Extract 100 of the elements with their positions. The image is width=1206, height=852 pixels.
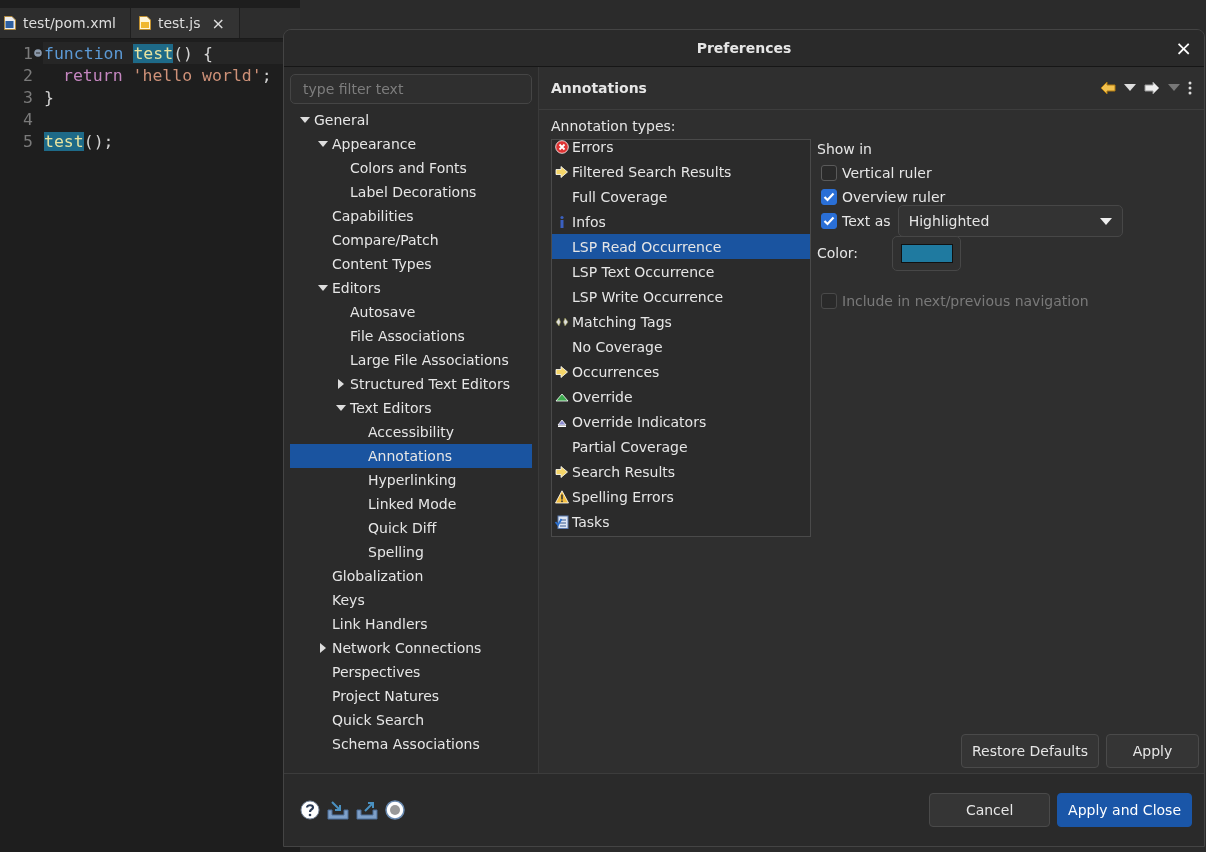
tree-item[interactable]: Keys [290, 588, 532, 612]
window-title: Preferences [696, 40, 792, 56]
tree-item[interactable]: Compare/Patch [290, 228, 532, 252]
list-item[interactable]: Override [552, 384, 810, 409]
checklist-icon [555, 514, 569, 529]
list-item[interactable]: Infos [552, 209, 810, 234]
tree-item[interactable]: General [290, 108, 532, 132]
list-item[interactable]: LSP Text Occurrence [552, 259, 810, 284]
checkbox-label: Overview ruler [842, 189, 946, 205]
code-token: (); [83, 131, 114, 151]
code-token: return [63, 65, 124, 85]
tree-item[interactable]: Globalization [290, 564, 532, 588]
menu-icon[interactable] [1188, 81, 1192, 95]
arrow-icon [555, 164, 569, 179]
code-token: } [44, 87, 54, 107]
caret-icon [1168, 84, 1180, 92]
line-number: 4 [23, 109, 33, 129]
checkbox[interactable] [821, 165, 837, 181]
checkbox-label: Vertical ruler [842, 165, 932, 181]
code-token: 'hello world' [132, 65, 262, 85]
code-token: ; [261, 65, 272, 85]
export-icon[interactable] [356, 800, 378, 820]
list-item[interactable]: Partial Coverage [552, 434, 810, 459]
button[interactable]: Apply [1106, 734, 1199, 768]
list-item[interactable]: LSP Read Occurrence [552, 234, 810, 259]
collapse-arrow-icon[interactable] [318, 139, 328, 149]
collapse-arrow-icon[interactable] [336, 403, 346, 413]
tree-item[interactable]: Large File Associations [290, 348, 532, 372]
import-icon[interactable] [327, 800, 349, 820]
list-item[interactable]: No Coverage [552, 334, 810, 359]
close-button[interactable]: × [1171, 36, 1196, 60]
tree-item[interactable]: Text Editors [290, 396, 532, 420]
tree-item[interactable]: Spelling [290, 540, 532, 564]
list-item[interactable]: Override Indicators [552, 409, 810, 434]
tree-item[interactable]: Project Natures [290, 684, 532, 708]
code-token: test [44, 131, 84, 151]
tree-item[interactable]: Schema Associations [290, 732, 532, 756]
record-icon[interactable] [385, 800, 405, 820]
list-item[interactable]: Full Coverage [552, 184, 810, 209]
tree-item[interactable]: Linked Mode [290, 492, 532, 516]
tree-item[interactable]: Structured Text Editors [290, 372, 532, 396]
code-token: () { [173, 43, 213, 63]
arrow-icon [555, 464, 569, 479]
editor-tab[interactable]: test.js × [130, 8, 240, 38]
tree-item[interactable]: Annotations [290, 444, 532, 468]
expand-arrow-icon[interactable] [336, 379, 346, 389]
checkbox[interactable] [821, 189, 837, 205]
checkbox-label: Include in next/previous navigation [842, 293, 1089, 309]
tree-item[interactable]: Quick Diff [290, 516, 532, 540]
forward-arrow-icon[interactable] [1144, 81, 1160, 95]
list-item[interactable]: LSP Write Occurrence [552, 284, 810, 309]
tree-item[interactable]: Capabilities [290, 204, 532, 228]
tree-item[interactable]: Quick Search [290, 708, 532, 732]
tree-item[interactable]: File Associations [290, 324, 532, 348]
tree-item[interactable]: Network Connections [290, 636, 532, 660]
close-icon[interactable]: × [211, 13, 225, 33]
help-icon[interactable] [300, 800, 320, 820]
list-item[interactable]: Spelling Errors [552, 484, 810, 509]
tree-item[interactable]: Accessibility [290, 420, 532, 444]
list-item[interactable]: Matching Tags [552, 309, 810, 334]
caret-icon [1099, 217, 1112, 225]
line-number: 2 [23, 65, 33, 85]
tree-item[interactable]: Link Handlers [290, 612, 532, 636]
list-item[interactable]: Errors [552, 140, 810, 159]
tree-item[interactable]: Perspectives [290, 660, 532, 684]
dropdown[interactable]: Highlighted [897, 205, 1123, 237]
checkbox[interactable] [821, 213, 837, 229]
button[interactable]: Apply and Close [1057, 793, 1192, 827]
color-picker-button[interactable] [892, 235, 961, 271]
field-label: Color: [817, 245, 860, 261]
list-item[interactable]: Occurrences [552, 359, 810, 384]
editor-tab[interactable]: test/pom.xml [0, 8, 131, 38]
warning-icon [555, 489, 569, 504]
button[interactable]: Cancel [929, 793, 1051, 827]
file-icon [4, 16, 16, 30]
tree-item[interactable]: Editors [290, 276, 532, 300]
tree-item[interactable]: Content Types [290, 252, 532, 276]
check-icon [823, 216, 835, 226]
page-title: Annotations [551, 80, 648, 96]
tree-item[interactable]: Label Decorations [290, 180, 532, 204]
tree-item[interactable]: Colors and Fonts [290, 156, 532, 180]
checkbox-label: Text as [842, 213, 891, 229]
caret-icon[interactable] [1124, 84, 1136, 92]
collapse-arrow-icon[interactable] [318, 283, 328, 293]
tree-item[interactable]: Hyperlinking [290, 468, 532, 492]
collapse-arrow-icon[interactable] [300, 115, 310, 125]
back-arrow-icon[interactable] [1100, 81, 1116, 95]
tree-item[interactable]: Autosave [290, 300, 532, 324]
list-item[interactable]: Filtered Search Results [552, 159, 810, 184]
line-number: 1 [23, 43, 33, 63]
list-item[interactable]: Tasks [552, 509, 810, 534]
line-number: 5 [23, 131, 33, 151]
line-number: 3 [23, 87, 33, 107]
expand-arrow-icon[interactable] [318, 643, 328, 653]
button[interactable]: Restore Defaults [960, 734, 1099, 768]
list-item[interactable]: Search Results [552, 459, 810, 484]
section-label: Annotation types: [551, 118, 677, 134]
filter-field[interactable]: type filter text [290, 74, 532, 104]
collapse-icon[interactable] [34, 49, 42, 57]
tree-item[interactable]: Appearance [290, 132, 532, 156]
